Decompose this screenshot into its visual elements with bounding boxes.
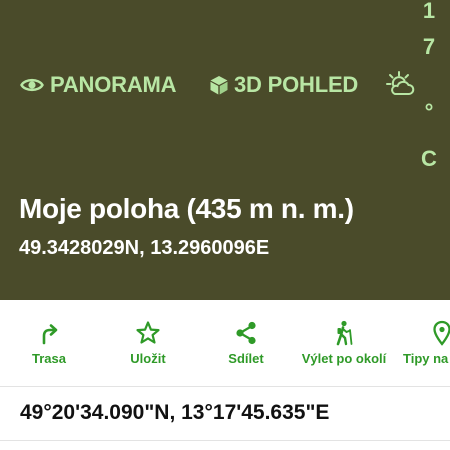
eye-icon xyxy=(20,76,44,94)
route-button[interactable]: Trasa xyxy=(0,300,98,386)
view-3d-button[interactable]: 3D POHLED xyxy=(209,70,358,100)
action-bar: Trasa Uložit Sdílet Výlet po okolí Tipy … xyxy=(0,300,450,386)
view-3d-label: 3D POHLED xyxy=(234,72,359,97)
map-pin-icon xyxy=(429,320,450,346)
route-turn-icon xyxy=(36,320,62,346)
place-detail-screen: PANORAMA 3D POHLED 1 7 ° C Moje poloha (… xyxy=(0,0,450,450)
star-icon xyxy=(135,320,161,346)
panorama-label: PANORAMA xyxy=(50,72,177,97)
route-label: Trasa xyxy=(32,351,66,366)
divider xyxy=(0,440,450,441)
partly-cloudy-sun-icon xyxy=(386,71,416,104)
save-button[interactable]: Uložit xyxy=(98,300,198,386)
temperature-char: 1 xyxy=(422,0,436,23)
place-title: Moje poloha (435 m n. m.) xyxy=(19,193,354,224)
nearby-trip-label: Výlet po okolí xyxy=(301,351,387,366)
share-icon xyxy=(233,320,259,346)
nearby-trip-button[interactable]: Výlet po okolí xyxy=(294,300,394,386)
place-header: PANORAMA 3D POHLED 1 7 ° C Moje poloha (… xyxy=(0,0,450,300)
save-label: Uložit xyxy=(130,351,166,366)
hiker-icon xyxy=(331,320,357,346)
cube-icon xyxy=(209,75,229,95)
tips-label: Tipy na xyxy=(403,351,449,366)
panorama-button[interactable]: PANORAMA xyxy=(20,70,177,100)
divider xyxy=(0,386,450,387)
share-label: Sdílet xyxy=(228,351,264,366)
temperature-char: C xyxy=(421,146,437,171)
temperature-char: 7 xyxy=(422,34,436,59)
place-coordinates: 49.3428029N, 13.2960096E xyxy=(19,237,270,259)
weather-button[interactable] xyxy=(386,70,416,100)
coordinates-dms[interactable]: 49°20'34.090"N, 13°17'45.635"E xyxy=(20,401,329,425)
tips-button[interactable]: Tipy na xyxy=(394,300,450,386)
share-button[interactable]: Sdílet xyxy=(198,300,294,386)
temperature-char: ° xyxy=(424,99,434,124)
